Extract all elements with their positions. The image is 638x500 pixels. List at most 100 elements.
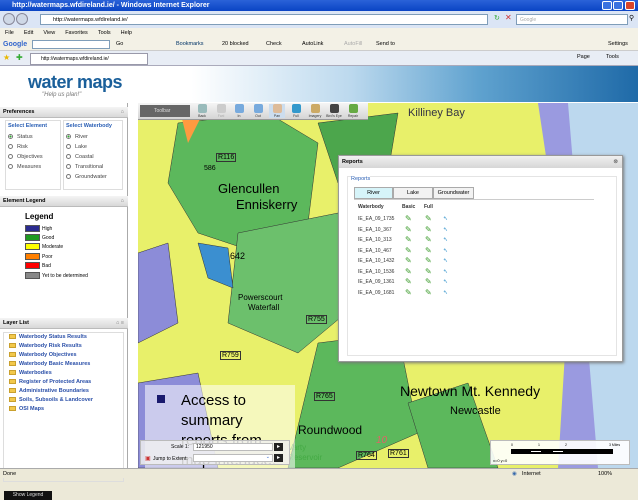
spellcheck-button[interactable]: Check	[266, 38, 282, 51]
full-report-icon[interactable]: ✎	[425, 267, 432, 276]
tool-repair[interactable]: Repair	[345, 104, 361, 118]
radio-transitional[interactable]: Transitional	[66, 162, 120, 172]
basic-report-icon[interactable]: ✎	[405, 246, 412, 255]
basic-report-icon[interactable]: ✎	[405, 267, 412, 276]
jump-to-extent-select[interactable]: ⌄	[193, 454, 273, 462]
show-legend-button[interactable]: Show Legend	[4, 491, 52, 500]
autolink-button[interactable]: AutoLink	[302, 38, 323, 51]
tool-pan[interactable]: Pan	[269, 104, 285, 118]
scale-go-button[interactable]: ▸	[274, 443, 283, 451]
tab-lake[interactable]: Lake	[393, 187, 433, 199]
maximize-button[interactable]	[613, 1, 623, 10]
refresh-icon[interactable]: ↻	[494, 14, 500, 22]
basic-report-icon[interactable]: ✎	[405, 277, 412, 286]
layer-soils-subsoils-landcover[interactable]: Soils, Subsoils & Landcover	[4, 396, 123, 405]
collapse-icon[interactable]: ⌂	[121, 107, 124, 118]
menu-view[interactable]: View	[43, 30, 55, 36]
zoom-to-waterbody-icon[interactable]: ➴	[443, 215, 448, 222]
radio-coastal[interactable]: Coastal	[66, 152, 120, 162]
search-icon[interactable]: ⚲	[629, 14, 634, 22]
layer-waterbody-objectives[interactable]: Waterbody Objectives	[4, 351, 123, 360]
zoom-to-waterbody-icon[interactable]: ➴	[443, 268, 448, 275]
zoom-to-waterbody-icon[interactable]: ➴	[443, 278, 448, 285]
basic-report-icon[interactable]: ✎	[405, 235, 412, 244]
close-button[interactable]	[625, 1, 635, 10]
menu-edit[interactable]: Edit	[24, 30, 33, 36]
collapse-icon[interactable]: ⌂ ≡	[116, 318, 124, 329]
radio-status[interactable]: Status	[8, 132, 58, 142]
tools-menu[interactable]: Tools	[606, 54, 619, 60]
send-to-button[interactable]: Send to	[376, 38, 395, 51]
full-report-icon[interactable]: ✎	[425, 225, 432, 234]
element-legend-header[interactable]: Element Legend ⌂	[0, 196, 128, 207]
layer-list-header[interactable]: Layer List ⌂ ≡	[0, 318, 128, 329]
layer-waterbodies[interactable]: Waterbodies	[4, 369, 123, 378]
basic-report-icon[interactable]: ✎	[405, 256, 412, 265]
tool-zoom-out[interactable]: Out	[250, 104, 266, 118]
basic-report-icon[interactable]: ✎	[405, 225, 412, 234]
forward-button[interactable]	[16, 13, 28, 25]
layer-waterbody-status-results[interactable]: Waterbody Status Results	[4, 333, 123, 342]
tab-groundwater[interactable]: Groundwater	[433, 187, 474, 199]
layer-waterbody-basic-measures[interactable]: Waterbody Basic Measures	[4, 360, 123, 369]
layer-osi-maps[interactable]: OSI Maps	[4, 405, 123, 414]
layer-register-protected-areas[interactable]: Register of Protected Areas	[4, 378, 123, 387]
full-report-icon[interactable]: ✎	[425, 256, 432, 265]
radio-objectives[interactable]: Objectives	[8, 152, 58, 162]
tool-zoom-in[interactable]: In	[231, 104, 247, 118]
map-label-586: 586	[204, 165, 216, 172]
radio-river[interactable]: River	[66, 132, 120, 142]
layer-administrative-boundaries[interactable]: Administrative Boundaries	[4, 387, 123, 396]
radio-groundwater[interactable]: Groundwater	[66, 172, 120, 182]
tool-back[interactable]: Back	[194, 104, 210, 118]
full-report-icon[interactable]: ✎	[425, 214, 432, 223]
radio-measures[interactable]: Measures	[8, 162, 58, 172]
full-report-icon[interactable]: ✎	[425, 277, 432, 286]
bookmarks-button[interactable]: Bookmarks	[176, 38, 204, 51]
radio-lake[interactable]: Lake	[66, 142, 120, 152]
collapse-icon[interactable]: ⌂	[121, 196, 124, 207]
popup-blocked-button[interactable]: 20 blocked	[222, 38, 249, 51]
zoom-to-waterbody-icon[interactable]: ➴	[443, 289, 448, 296]
url-input[interactable]: http://watermaps.wfdireland.ie/	[40, 14, 488, 25]
back-button[interactable]	[3, 13, 15, 25]
minimize-button[interactable]	[602, 1, 612, 10]
jump-go-button[interactable]: ▸	[274, 454, 283, 462]
settings-button[interactable]: Settings	[608, 38, 628, 51]
autofill-button[interactable]: AutoFill	[344, 38, 362, 51]
radio-risk[interactable]: Risk	[8, 142, 58, 152]
close-icon[interactable]: ⊗	[613, 156, 618, 168]
zoom-to-waterbody-icon[interactable]: ➴	[443, 247, 448, 254]
layer-waterbody-risk-results[interactable]: Waterbody Risk Results	[4, 342, 123, 351]
basic-report-icon[interactable]: ✎	[405, 214, 412, 223]
go-button[interactable]: Go	[116, 38, 123, 51]
zoom-to-waterbody-icon[interactable]: ➴	[443, 236, 448, 243]
add-favorite-icon[interactable]: ✚	[16, 53, 23, 62]
google-search-input[interactable]	[32, 40, 110, 49]
full-report-icon[interactable]: ✎	[425, 235, 432, 244]
tab-river[interactable]: River	[354, 187, 393, 199]
bullet-icon	[157, 395, 165, 403]
menu-favorites[interactable]: Favorites	[65, 30, 88, 36]
toolbar-title[interactable]: Toolbar	[140, 105, 190, 117]
browser-tab[interactable]: http://watermaps.wfdireland.ie/	[30, 53, 148, 65]
full-report-icon[interactable]: ✎	[425, 246, 432, 255]
tool-imagery[interactable]: Imagery	[307, 104, 323, 118]
zoom-to-waterbody-icon[interactable]: ➴	[443, 257, 448, 264]
search-input[interactable]: Google	[516, 14, 628, 25]
zoom-to-waterbody-icon[interactable]: ➴	[443, 226, 448, 233]
tool-forward[interactable]: Fwd	[213, 104, 229, 118]
menu-help[interactable]: Help	[121, 30, 132, 36]
scale-input[interactable]: 121950	[193, 443, 273, 451]
menu-tools[interactable]: Tools	[98, 30, 111, 36]
tool-full[interactable]: Full	[288, 104, 304, 118]
stop-icon[interactable]: ✕	[505, 13, 512, 22]
tool-birds-eye[interactable]: Bird's Eye	[326, 104, 342, 118]
tab-divider	[354, 199, 594, 200]
favorites-star-icon[interactable]: ★	[3, 53, 10, 62]
basic-report-icon[interactable]: ✎	[405, 288, 412, 297]
full-report-icon[interactable]: ✎	[425, 288, 432, 297]
preferences-header[interactable]: Preferences ⌂	[0, 107, 128, 118]
menu-file[interactable]: File	[5, 30, 14, 36]
page-menu[interactable]: Page	[577, 54, 590, 60]
